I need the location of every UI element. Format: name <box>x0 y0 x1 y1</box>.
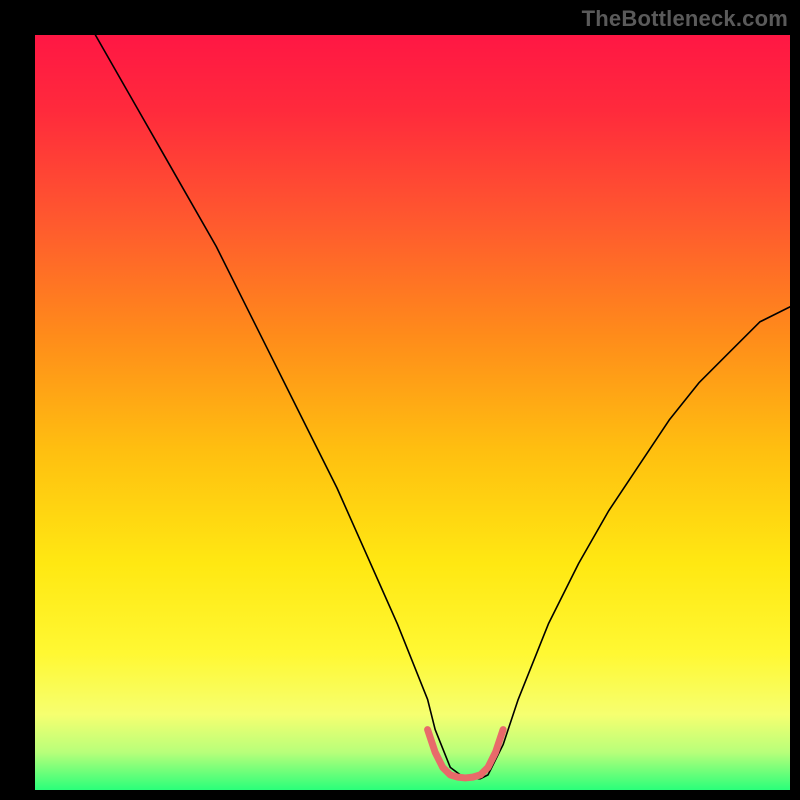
gradient-background <box>35 35 790 790</box>
attribution-label: TheBottleneck.com <box>582 6 788 32</box>
bottleneck-chart <box>35 35 790 790</box>
plot-area <box>35 35 790 790</box>
chart-frame: TheBottleneck.com <box>0 0 800 800</box>
